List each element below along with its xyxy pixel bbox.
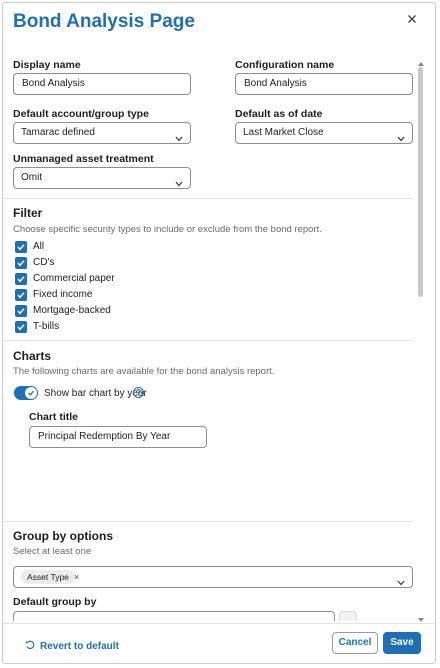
checkbox-checked-icon[interactable] <box>15 272 27 285</box>
filter-title: Filter <box>13 206 43 220</box>
filter-checkbox-cds[interactable]: CD's <box>15 256 54 269</box>
save-button[interactable]: Save <box>383 632 421 654</box>
group-by-description: Select at least one <box>13 546 92 557</box>
scroll-up-icon[interactable] <box>417 55 425 66</box>
section-divider <box>3 340 413 341</box>
filter-checkbox-t-bills[interactable]: T-bills <box>15 320 59 333</box>
filter-checkbox-all[interactable]: All <box>15 240 44 253</box>
filter-checkbox-mortgage-backed[interactable]: Mortgage-backed <box>15 304 111 317</box>
revert-label: Revert to default <box>40 640 119 652</box>
dialog-title: Bond Analysis Page <box>13 11 195 32</box>
section-divider <box>3 521 413 522</box>
help-icon[interactable]: ? <box>133 387 144 398</box>
default-group-by-select[interactable] <box>13 611 335 621</box>
display-name-input[interactable]: Bond Analysis <box>13 73 191 95</box>
chevron-down-icon <box>397 130 405 150</box>
chart-title-input[interactable]: Principal Redemption By Year <box>29 426 207 448</box>
filter-item-label: All <box>33 241 45 252</box>
revert-to-default-button[interactable]: Revert to default <box>25 637 119 655</box>
checkbox-checked-icon[interactable] <box>15 304 27 317</box>
scroll-down-icon[interactable] <box>417 611 425 622</box>
account-type-value: Tamarac defined <box>21 127 95 138</box>
default-group-by-label: Default group by <box>13 596 97 608</box>
filter-item-label: T-bills <box>33 321 60 332</box>
cancel-button[interactable]: Cancel <box>332 632 378 654</box>
partially-hidden-checkbox[interactable] <box>339 611 357 621</box>
as-of-date-label: Default as of date <box>235 108 323 120</box>
chip-remove-icon[interactable]: × <box>74 567 79 587</box>
group-by-title: Group by options <box>13 529 113 543</box>
checkbox-checked-icon[interactable] <box>15 288 27 301</box>
vertical-scrollbar[interactable] <box>417 55 425 622</box>
dialog-body[interactable]: Display name Bond Analysis Configuration… <box>3 47 435 621</box>
chevron-down-icon <box>397 574 405 594</box>
checkbox-checked-icon[interactable] <box>15 240 27 253</box>
filter-item-label: Fixed income <box>33 289 93 300</box>
asset-type-chip: Asset Type <box>21 570 75 584</box>
chart-title-label: Chart title <box>29 411 79 423</box>
unmanaged-asset-select[interactable]: Omit <box>13 167 191 189</box>
bar-chart-toggle[interactable] <box>14 386 38 400</box>
group-by-multiselect[interactable]: Asset Type × <box>13 566 413 588</box>
filter-item-label: Mortgage-backed <box>33 305 111 316</box>
chevron-down-icon <box>175 130 183 150</box>
filter-description: Choose specific security types to includ… <box>13 224 322 235</box>
close-icon[interactable] <box>405 12 419 26</box>
charts-title: Charts <box>13 349 52 363</box>
display-name-label: Display name <box>13 59 81 71</box>
filter-checkbox-commercial-paper[interactable]: Commercial paper <box>15 272 115 285</box>
toggle-knob <box>25 387 37 399</box>
checkbox-checked-icon[interactable] <box>15 256 27 269</box>
revert-icon <box>25 637 35 655</box>
filter-checkbox-fixed-income[interactable]: Fixed income <box>15 288 92 301</box>
bond-analysis-dialog: Bond Analysis Page Display name Bond Ana… <box>2 2 436 664</box>
configuration-name-label: Configuration name <box>235 59 335 71</box>
configuration-name-input[interactable]: Bond Analysis <box>235 73 413 95</box>
checkbox-checked-icon[interactable] <box>15 320 27 333</box>
charts-description: The following charts are available for t… <box>13 366 275 377</box>
section-divider <box>3 198 413 199</box>
unmanaged-asset-value: Omit <box>21 172 43 183</box>
filter-item-label: Commercial paper <box>33 273 115 284</box>
account-type-label: Default account/group type <box>13 108 149 120</box>
unmanaged-asset-label: Unmanaged asset treatment <box>13 153 154 165</box>
chevron-down-icon <box>175 175 183 195</box>
scrollbar-thumb[interactable] <box>418 67 423 297</box>
as-of-date-select[interactable]: Last Market Close <box>235 122 413 144</box>
filter-item-label: CD's <box>33 257 55 268</box>
as-of-date-value: Last Market Close <box>243 127 324 138</box>
account-type-select[interactable]: Tamarac defined <box>13 122 191 144</box>
dialog-footer: Revert to default Cancel Save <box>3 623 435 663</box>
bar-chart-toggle-label: Show bar chart by year <box>44 388 147 399</box>
